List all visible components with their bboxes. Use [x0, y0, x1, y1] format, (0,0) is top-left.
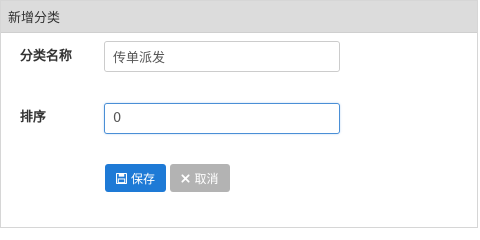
save-button[interactable]: 保存 [105, 164, 166, 192]
cancel-button-label: 取消 [194, 171, 219, 186]
save-button-label: 保存 [130, 171, 155, 186]
order-label: 排序 [20, 110, 47, 125]
order-input[interactable] [104, 103, 340, 134]
cancel-button[interactable]: 取消 [170, 164, 230, 192]
category-name-input[interactable] [104, 41, 340, 72]
category-name-label: 分类名称 [20, 49, 73, 64]
floppy-disk-icon [115, 172, 127, 184]
add-category-dialog: 新增分类 分类名称 排序 保存 取消 [0, 0, 478, 228]
dialog-title: 新增分类 [8, 11, 61, 26]
dialog-header: 新增分类 [1, 1, 477, 33]
close-icon [181, 173, 191, 183]
